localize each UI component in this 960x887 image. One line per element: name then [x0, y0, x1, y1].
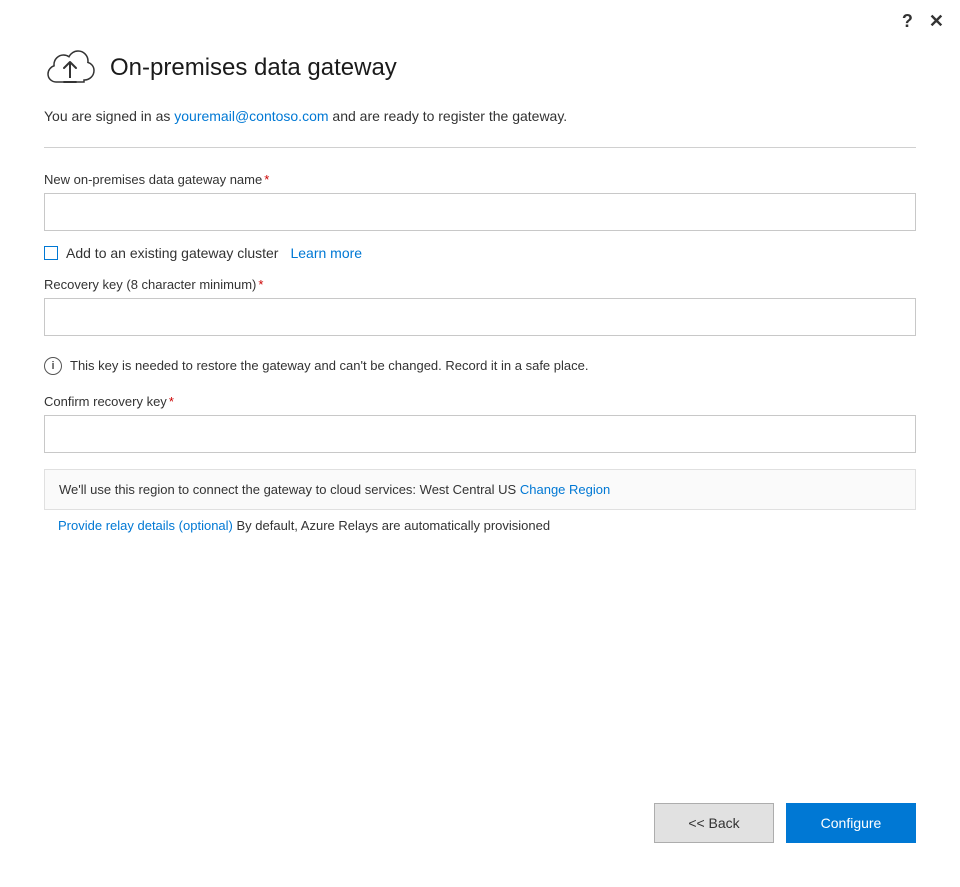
recovery-key-required: *	[258, 277, 263, 292]
form-section: New on-premises data gateway name* Add t…	[44, 172, 916, 533]
dialog-title: On-premises data gateway	[110, 54, 397, 82]
learn-more-link[interactable]: Learn more	[290, 245, 362, 261]
region-box: We'll use this region to connect the gat…	[44, 469, 916, 511]
confirm-key-required: *	[169, 394, 174, 409]
region-prefix: We'll use this region to connect the gat…	[59, 482, 420, 497]
gateway-name-label: New on-premises data gateway name*	[44, 172, 916, 187]
relay-row: Provide relay details (optional) By defa…	[44, 518, 916, 533]
back-button[interactable]: << Back	[654, 803, 774, 843]
help-icon[interactable]: ?	[902, 12, 913, 30]
existing-cluster-checkbox[interactable]	[44, 246, 58, 260]
checkbox-row: Add to an existing gateway cluster Learn…	[44, 245, 916, 261]
subtitle-prefix: You are signed in as	[44, 108, 174, 124]
recovery-key-label: Recovery key (8 character minimum)*	[44, 277, 916, 292]
change-region-link[interactable]: Change Region	[520, 482, 610, 497]
confirm-recovery-key-field: Confirm recovery key*	[44, 394, 916, 453]
gateway-name-field: New on-premises data gateway name*	[44, 172, 916, 231]
confirm-recovery-key-label: Confirm recovery key*	[44, 394, 916, 409]
relay-suffix: By default, Azure Relays are automatical…	[233, 518, 550, 533]
close-icon[interactable]: ✕	[929, 12, 944, 30]
confirm-recovery-key-input[interactable]	[44, 415, 916, 453]
dialog-container: ? ✕ On-premises data gateway You are sig…	[0, 0, 960, 887]
cloud-upload-icon	[44, 46, 96, 90]
subtitle-email: youremail@contoso.com	[174, 108, 328, 124]
gateway-name-required: *	[264, 172, 269, 187]
recovery-key-input[interactable]	[44, 298, 916, 336]
dialog-topbar: ? ✕	[0, 0, 960, 30]
configure-button[interactable]: Configure	[786, 803, 916, 843]
info-icon: i	[44, 357, 62, 375]
relay-details-link[interactable]: Provide relay details (optional)	[58, 518, 233, 533]
recovery-key-field: Recovery key (8 character minimum)*	[44, 277, 916, 336]
dialog-header: On-premises data gateway	[44, 46, 916, 90]
info-text: This key is needed to restore the gatewa…	[70, 356, 588, 376]
subtitle-text: You are signed in as youremail@contoso.c…	[44, 106, 916, 127]
dialog-footer: << Back Configure	[0, 779, 960, 887]
divider	[44, 147, 916, 148]
existing-cluster-label: Add to an existing gateway cluster	[66, 245, 278, 261]
dialog-content: On-premises data gateway You are signed …	[0, 30, 960, 779]
gateway-name-input[interactable]	[44, 193, 916, 231]
region-name: West Central US	[420, 482, 517, 497]
subtitle-suffix: and are ready to register the gateway.	[329, 108, 568, 124]
info-row: i This key is needed to restore the gate…	[44, 356, 916, 376]
